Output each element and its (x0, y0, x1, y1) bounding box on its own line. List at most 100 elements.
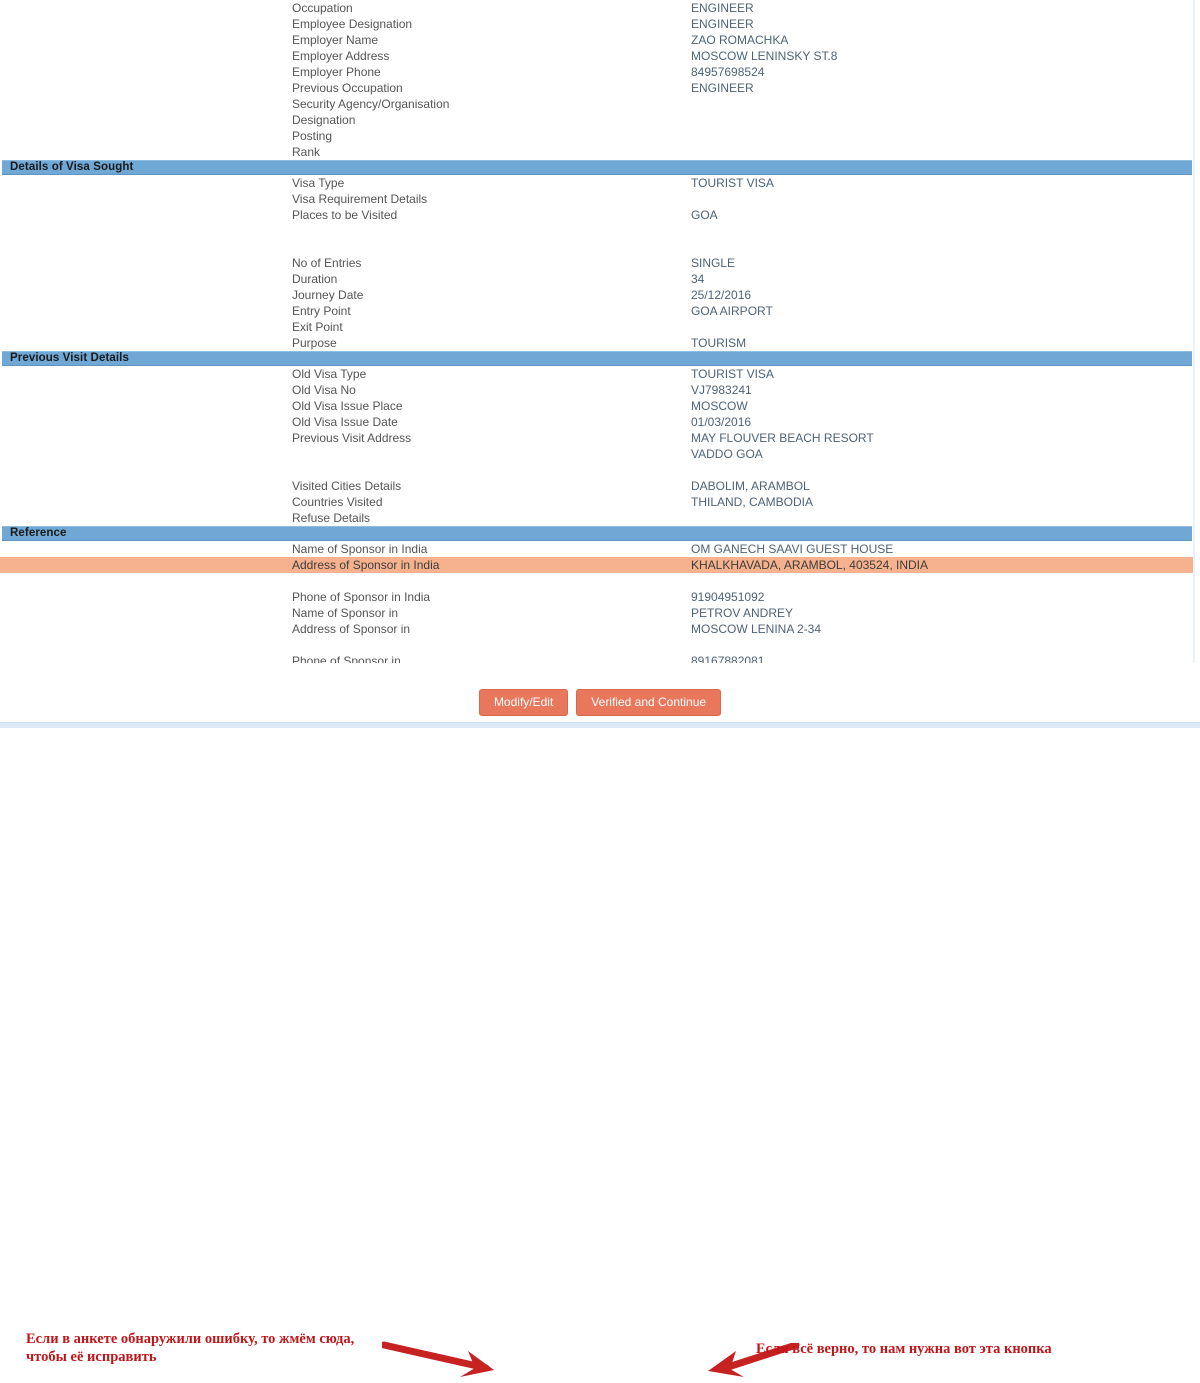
form-row: Previous Occupation ENGINEER (0, 80, 1194, 96)
form-row: Security Agency/Organisation (0, 96, 1194, 112)
section-rows-reference: Name of Sponsor in IndiaOM GANECH SAAVI … (0, 541, 1194, 669)
form-row: Occupation ENGINEER (0, 0, 1194, 16)
field-value: KHALKHAVADA, ARAMBOL, 403524, INDIA (691, 557, 928, 573)
form-sections: OccupationENGINEEREmployee DesignationEN… (0, 0, 1194, 669)
form-row: Employee DesignationENGINEER (0, 16, 1194, 32)
form-row: VADDO GOA (0, 446, 1194, 462)
field-value: VJ7983241 (691, 382, 752, 398)
field-value: PETROV ANDREY (691, 605, 793, 621)
field-value: TOURIST VISA (691, 175, 774, 191)
field-label: Purpose (292, 335, 337, 351)
form-row (0, 462, 1194, 478)
section-rows-details-of-visa-sought: Visa Type TOURIST VISAVisa Requirement De… (0, 175, 1194, 351)
annotation-modify-hint: Если в анкете обнаружили ошибку, то жмём… (26, 1330, 426, 1366)
field-label: Visa Type (292, 175, 344, 191)
form-row (0, 637, 1194, 653)
field-label: Phone of Sponsor in India (292, 589, 430, 605)
field-value: TOURISM (691, 335, 746, 351)
form-row: Entry PointGOA AIRPORT (0, 303, 1194, 319)
field-label: Old Visa Issue Place (292, 398, 403, 414)
form-row: Designation (0, 112, 1194, 128)
form-row-highlighted: Address of Sponsor in India KHALKHAVADA, … (0, 557, 1194, 573)
visa-summary-form: OccupationENGINEEREmployee DesignationEN… (0, 0, 1194, 669)
modify-edit-button[interactable]: Modify/Edit (479, 689, 568, 716)
field-value: MOSCOW (691, 398, 748, 414)
form-row: Visited Cities Details DABOLIM, ARAMBOL (0, 478, 1194, 494)
field-value: 84957698524 (691, 64, 764, 80)
annotation-verify-hint: Если всё верно, то нам нужна вот эта кно… (756, 1340, 1176, 1358)
form-row: Refuse Details (0, 510, 1194, 526)
field-label: Old Visa No (292, 382, 356, 398)
section-title: Details of Visa Sought (2, 161, 133, 174)
form-row: Countries Visited THILAND, CAMBODIA (0, 494, 1194, 510)
field-value: TOURIST VISA (691, 366, 774, 382)
field-value: MOSCOW LENINA 2-34 (691, 621, 821, 637)
section-title: Previous Visit Details (2, 352, 129, 365)
field-label: Entry Point (292, 303, 351, 319)
field-label: No of Entries (292, 255, 361, 271)
form-row: No of Entries SINGLE (0, 255, 1194, 271)
field-value: SINGLE (691, 255, 735, 271)
field-label: Places to be Visited (292, 207, 397, 223)
field-value: THILAND, CAMBODIA (691, 494, 813, 510)
form-row: Employer Address MOSCOW LENINSKY ST.8 (0, 48, 1194, 64)
field-label: Address of Sponsor in (292, 621, 410, 637)
field-label: Employer Name (292, 32, 378, 48)
form-row: Places to be Visited GOA (0, 207, 1194, 223)
form-action-buttons: Modify/Edit Verified and Continue (0, 689, 1200, 716)
field-value: 91904951092 (691, 589, 764, 605)
form-row: Name of Sponsor in IndiaOM GANECH SAAVI … (0, 541, 1194, 557)
field-label: Old Visa Issue Date (292, 414, 398, 430)
form-row: Old Visa Type TOURIST VISA (0, 366, 1194, 382)
field-label: Journey Date (292, 287, 363, 303)
form-row: Old Visa No VJ7983241 (0, 382, 1194, 398)
form-row (0, 223, 1194, 239)
field-label: Occupation (292, 0, 353, 16)
form-row: Previous Visit Address MAY FLOUVER BEACH … (0, 430, 1194, 446)
form-row: Journey Date 25/12/2016 (0, 287, 1194, 303)
form-row: Exit Point (0, 319, 1194, 335)
field-value: DABOLIM, ARAMBOL (691, 478, 810, 494)
field-value: ENGINEER (691, 80, 754, 96)
bottom-strip (0, 722, 1200, 728)
field-value: GOA (691, 207, 718, 223)
form-row: Employer Phone84957698524 (0, 64, 1194, 80)
field-value: 25/12/2016 (691, 287, 751, 303)
field-label: Countries Visited (292, 494, 383, 510)
section-header-previous-visit-details: Previous Visit Details (2, 351, 1192, 366)
field-value: MOSCOW LENINSKY ST.8 (691, 48, 837, 64)
section-title: Reference (2, 527, 67, 540)
form-footer: Если в анкете обнаружили ошибку, то жмём… (0, 663, 1200, 728)
section-rows-applicant-employment: OccupationENGINEEREmployee DesignationEN… (0, 0, 1194, 160)
field-label: Name of Sponsor in (292, 605, 398, 621)
section-header-details-of-visa-sought: Details of Visa Sought (2, 160, 1192, 175)
form-row: Phone of Sponsor in India 91904951092 (0, 589, 1194, 605)
field-label: Old Visa Type (292, 366, 366, 382)
field-label: Name of Sponsor in India (292, 541, 427, 557)
field-label: Visited Cities Details (292, 478, 401, 494)
field-label: Exit Point (292, 319, 343, 335)
field-label: Posting (292, 128, 332, 144)
field-value: VADDO GOA (691, 446, 763, 462)
verified-and-continue-button[interactable]: Verified and Continue (576, 689, 721, 716)
form-row: Old Visa Issue Place MOSCOW (0, 398, 1194, 414)
field-label: Previous Visit Address (292, 430, 411, 446)
form-row: Name of Sponsor in PETROV ANDREY (0, 605, 1194, 621)
section-rows-previous-visit-details: Old Visa Type TOURIST VISA Old Visa No VJ79… (0, 366, 1194, 526)
field-label: Duration (292, 271, 337, 287)
form-row: Visa Requirement Details (0, 191, 1194, 207)
field-value: ZAO ROMACHKA (691, 32, 788, 48)
page-root: OccupationENGINEEREmployee DesignationEN… (0, 0, 1200, 728)
form-row: Employer Name ZAO ROMACHKA (0, 32, 1194, 48)
field-label: Address of Sponsor in India (292, 557, 439, 573)
field-label: Employer Address (292, 48, 389, 64)
field-value: ENGINEER (691, 0, 754, 16)
form-row: Duration34 (0, 271, 1194, 287)
section-header-reference: Reference (2, 526, 1192, 541)
form-row: Visa Type TOURIST VISA (0, 175, 1194, 191)
field-value: MAY FLOUVER BEACH RESORT (691, 430, 874, 446)
field-value: ENGINEER (691, 16, 754, 32)
field-value: 01/03/2016 (691, 414, 751, 430)
form-row: Address of Sponsor in MOSCOW LENINA 2-34 (0, 621, 1194, 637)
field-label: Previous Occupation (292, 80, 403, 96)
